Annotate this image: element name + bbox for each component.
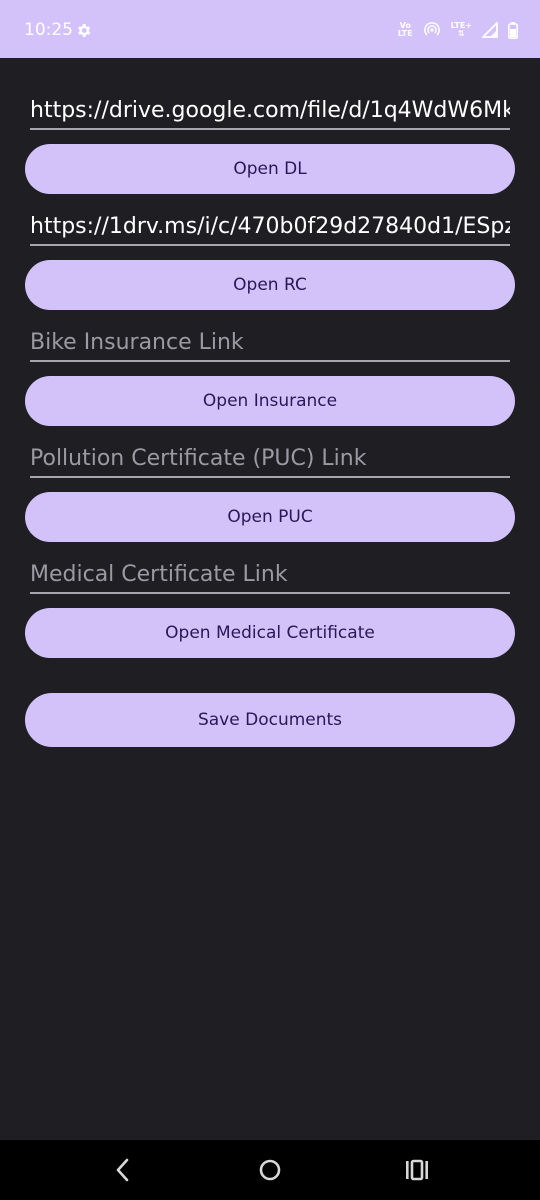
- puc-link-placeholder: Pollution Certificate (PUC) Link: [30, 446, 367, 471]
- lte-plus-icon: LTE+ ⇅: [451, 22, 472, 38]
- recents-icon[interactable]: [402, 1155, 432, 1185]
- status-bar: 10:25 Vo LTE LTE+ ⇅: [0, 0, 540, 58]
- medical-link-placeholder: Medical Certificate Link: [30, 562, 288, 587]
- rc-link-field[interactable]: https://1drv.ms/i/c/470b0f29d27840d1/ESp…: [30, 206, 510, 246]
- hotspot-icon: [423, 22, 440, 36]
- open-insurance-button[interactable]: Open Insurance: [25, 376, 515, 426]
- back-icon[interactable]: [108, 1155, 138, 1185]
- insurance-link-field[interactable]: Bike Insurance Link: [30, 322, 510, 362]
- lte-arrows: ⇅: [457, 29, 465, 38]
- save-documents-button[interactable]: Save Documents: [25, 693, 515, 747]
- volte-line2: LTE: [397, 29, 413, 38]
- dl-link-field[interactable]: https://drive.google.com/file/d/1q4WdW6M…: [30, 90, 510, 130]
- status-time: 10:25: [24, 20, 73, 40]
- open-puc-button[interactable]: Open PUC: [25, 492, 515, 542]
- open-dl-button[interactable]: Open DL: [25, 144, 515, 194]
- rc-link-value: https://1drv.ms/i/c/470b0f29d27840d1/ESp…: [30, 214, 510, 239]
- status-icons: Vo LTE LTE+ ⇅: [398, 20, 518, 40]
- open-rc-button[interactable]: Open RC: [25, 260, 515, 310]
- volte-icon: Vo LTE: [398, 22, 413, 38]
- battery-icon: [508, 21, 518, 39]
- dl-link-value: https://drive.google.com/file/d/1q4WdW6M…: [30, 98, 510, 123]
- home-icon[interactable]: [255, 1155, 285, 1185]
- open-medical-certificate-button[interactable]: Open Medical Certificate: [25, 608, 515, 658]
- signal-icon: [482, 22, 498, 38]
- puc-link-field[interactable]: Pollution Certificate (PUC) Link: [30, 438, 510, 478]
- gear-icon: [78, 24, 91, 37]
- navigation-bar: [0, 1140, 540, 1200]
- medical-link-field[interactable]: Medical Certificate Link: [30, 554, 510, 594]
- insurance-link-placeholder: Bike Insurance Link: [30, 330, 244, 355]
